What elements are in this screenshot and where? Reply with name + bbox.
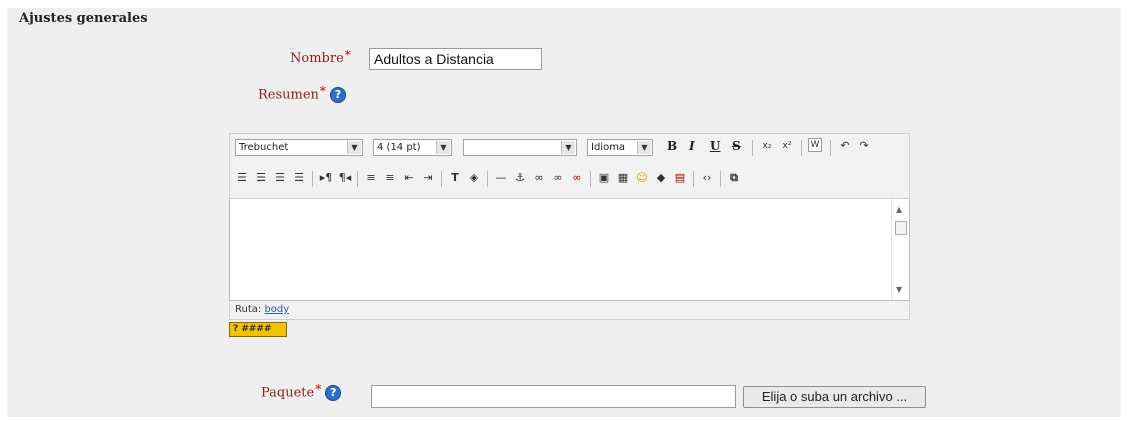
paquete-input[interactable] bbox=[371, 385, 736, 408]
nolink-icon[interactable]: ∞ bbox=[569, 170, 585, 186]
outdent-icon[interactable]: ⇤ bbox=[401, 170, 417, 186]
scroll-up-icon[interactable]: ▲ bbox=[896, 205, 902, 214]
redo-icon[interactable]: ↷ bbox=[856, 138, 872, 154]
align-left-icon[interactable]: ☰ bbox=[234, 170, 250, 186]
search-replace-icon[interactable]: ▤ bbox=[672, 170, 688, 186]
link-icon[interactable]: ∞ bbox=[531, 170, 547, 186]
required-marker: * bbox=[319, 84, 326, 98]
font-family-select[interactable]: Trebuchet ▼ bbox=[235, 139, 363, 156]
table-icon[interactable]: ▦ bbox=[615, 170, 631, 186]
language-select[interactable]: Idioma ▼ bbox=[587, 139, 653, 156]
toolbar-separator bbox=[357, 171, 358, 187]
chevron-down-icon: ▼ bbox=[561, 141, 575, 154]
special-char-icon[interactable]: ◆ bbox=[653, 170, 669, 186]
choose-file-button[interactable]: Elija o suba un archivo ... bbox=[743, 386, 926, 408]
chevron-down-icon: ▼ bbox=[347, 141, 361, 154]
undo-icon[interactable]: ↶ bbox=[837, 138, 853, 154]
image-icon[interactable]: ▣ bbox=[596, 170, 612, 186]
required-marker: * bbox=[315, 382, 322, 396]
scroll-down-icon[interactable]: ▼ bbox=[896, 285, 902, 294]
chevron-down-icon: ▼ bbox=[637, 141, 651, 154]
toolbar-separator bbox=[752, 140, 753, 156]
horizontal-rule-icon[interactable]: — bbox=[493, 170, 509, 186]
text-color-icon[interactable]: T bbox=[447, 170, 463, 186]
font-size-value: 4 (14 pt) bbox=[377, 142, 421, 153]
html-editor: Trebuchet ▼ 4 (14 pt) ▼ ▼ Idioma ▼ B I U S … bbox=[229, 133, 911, 321]
rtl-icon[interactable]: ¶◂ bbox=[337, 170, 353, 186]
font-size-select[interactable]: 4 (14 pt) ▼ bbox=[373, 139, 452, 156]
nombre-label: Nombre* bbox=[290, 48, 351, 66]
fullscreen-icon[interactable]: ⧉ bbox=[726, 170, 742, 186]
ordered-list-icon[interactable]: ≡ bbox=[363, 170, 379, 186]
help-icon[interactable]: ? bbox=[329, 87, 346, 103]
bold-icon[interactable]: B bbox=[667, 139, 677, 153]
help-icon[interactable]: ? bbox=[325, 385, 342, 401]
smiley-icon[interactable]: ☺ bbox=[634, 170, 650, 186]
paragraph-style-select[interactable]: ▼ bbox=[463, 139, 577, 156]
toolbar-separator bbox=[590, 171, 591, 187]
editor-toolbar: Trebuchet ▼ 4 (14 pt) ▼ ▼ Idioma ▼ B I U S … bbox=[229, 133, 910, 199]
ltr-icon[interactable]: ▸¶ bbox=[318, 170, 334, 186]
anchor-icon[interactable]: ⚓ bbox=[512, 170, 528, 186]
toolbar-separator bbox=[487, 171, 488, 187]
editor-content-area[interactable]: ▲ ▼ bbox=[229, 199, 910, 301]
path-label: Ruta: bbox=[235, 304, 262, 315]
paquete-label-text: Paquete bbox=[261, 385, 315, 401]
nombre-label-text: Nombre bbox=[290, 51, 344, 66]
subscript-icon[interactable]: x₂ bbox=[759, 138, 775, 154]
unlink-icon[interactable]: ∞ bbox=[550, 170, 566, 186]
language-value: Idioma bbox=[591, 142, 626, 153]
editor-scrollbar[interactable]: ▲ ▼ bbox=[891, 199, 909, 300]
paquete-label: Paquete*? bbox=[261, 382, 342, 401]
align-justify-icon[interactable]: ☰ bbox=[291, 170, 307, 186]
superscript-icon[interactable]: x² bbox=[779, 138, 795, 154]
unordered-list-icon[interactable]: ≡ bbox=[382, 170, 398, 186]
toolbar-separator bbox=[441, 171, 442, 187]
toolbar-separator bbox=[693, 171, 694, 187]
background-color-icon[interactable]: ◈ bbox=[466, 170, 482, 186]
resumen-label: Resumen*? bbox=[258, 84, 346, 103]
required-marker: * bbox=[344, 48, 351, 62]
strikethrough-icon[interactable]: S bbox=[732, 139, 741, 153]
scroll-thumb[interactable] bbox=[895, 221, 907, 235]
align-center-icon[interactable]: ☰ bbox=[253, 170, 269, 186]
font-family-value: Trebuchet bbox=[239, 142, 289, 153]
toolbar-separator bbox=[312, 171, 313, 187]
toolbar-separator bbox=[801, 140, 802, 156]
resumen-label-text: Resumen bbox=[258, 87, 319, 103]
paste-word-icon[interactable]: W bbox=[808, 138, 822, 152]
toolbar-separator bbox=[830, 140, 831, 156]
fieldset-legend: Ajustes generales bbox=[19, 11, 148, 26]
italic-icon[interactable]: I bbox=[689, 139, 695, 153]
chevron-down-icon: ▼ bbox=[436, 141, 450, 154]
align-right-icon[interactable]: ☰ bbox=[272, 170, 288, 186]
underline-icon[interactable]: U bbox=[710, 139, 720, 153]
indent-icon[interactable]: ⇥ bbox=[420, 170, 436, 186]
path-link[interactable]: body bbox=[264, 304, 289, 315]
keyboard-help-button[interactable]: ? #### bbox=[229, 322, 287, 337]
editor-statusbar: Ruta: body bbox=[229, 301, 910, 320]
html-source-icon[interactable]: ‹› bbox=[699, 170, 715, 186]
toolbar-separator bbox=[720, 171, 721, 187]
nombre-input[interactable] bbox=[369, 48, 542, 70]
